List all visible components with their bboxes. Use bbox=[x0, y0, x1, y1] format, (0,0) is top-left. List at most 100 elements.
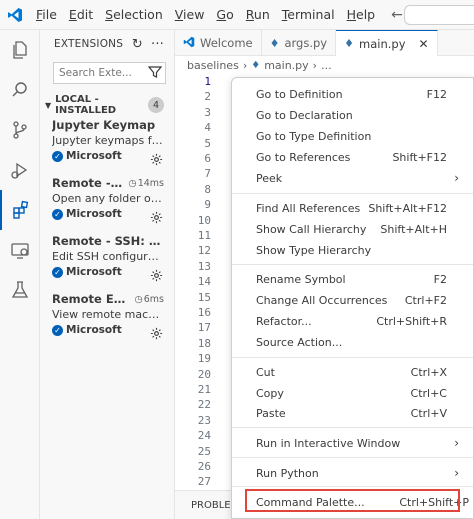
verified-badge-icon: ✓ bbox=[52, 324, 63, 336]
line-number: 17 bbox=[197, 321, 211, 335]
extension-item[interactable]: Remote - SSH ◷14ms Open any folder on a r… bbox=[40, 173, 174, 231]
extension-description: Edit SSH configuration ... bbox=[52, 250, 165, 263]
run-debug-icon[interactable] bbox=[0, 150, 40, 190]
clock-history-icon: ◷ bbox=[128, 177, 137, 189]
title-bar: File Edit Selection View Go Run Terminal… bbox=[0, 0, 474, 30]
remote-explorer-icon[interactable] bbox=[0, 230, 40, 270]
line-number: 10 bbox=[197, 213, 211, 227]
extensions-search-input[interactable] bbox=[59, 67, 141, 79]
breadcrumb-folder[interactable]: baselines bbox=[187, 59, 239, 72]
line-number: 9 bbox=[204, 198, 211, 212]
line-number: 22 bbox=[197, 398, 211, 412]
menu-item-find-all-references[interactable]: Find All References Shift+Alt+F12 bbox=[236, 198, 473, 218]
menu-separator bbox=[232, 427, 473, 428]
menu-view[interactable]: View bbox=[169, 7, 211, 22]
breadcrumb: baselines › ♦ main.py › ... bbox=[175, 56, 474, 74]
menu-item-label: Run in Interactive Window bbox=[256, 436, 401, 450]
menu-separator bbox=[232, 486, 473, 487]
menu-item-peek[interactable]: Peek › bbox=[236, 168, 473, 188]
menu-item-go-to-definition[interactable]: Go to Definition F12 bbox=[236, 84, 473, 104]
menu-item-shortcut: Ctrl+Shift+R bbox=[376, 314, 447, 328]
line-number: 5 bbox=[204, 136, 211, 150]
extension-name: Remote Explorer bbox=[52, 292, 130, 306]
search-icon[interactable] bbox=[0, 70, 40, 110]
gear-icon[interactable] bbox=[150, 269, 163, 285]
menu-item-go-to-type-definition[interactable]: Go to Type Definition bbox=[236, 126, 473, 146]
tab-main-py[interactable]: ♦ main.py ✕ bbox=[336, 30, 438, 56]
tab-args-py[interactable]: ♦ args.py bbox=[262, 30, 337, 56]
menu-bar: File Edit Selection View Go Run Terminal… bbox=[30, 0, 381, 30]
menu-item-refactor[interactable]: Refactor... Ctrl+Shift+R bbox=[236, 311, 473, 331]
back-arrow-icon[interactable]: ← bbox=[391, 7, 403, 23]
menu-item-paste[interactable]: Paste Ctrl+V bbox=[236, 403, 473, 423]
testing-flask-icon[interactable] bbox=[0, 270, 40, 310]
extension-name: Remote - SSH bbox=[52, 176, 124, 190]
refresh-icon[interactable]: ↻ bbox=[132, 37, 143, 52]
menu-selection[interactable]: Selection bbox=[99, 7, 169, 22]
menu-item-run-in-interactive-window[interactable]: Run in Interactive Window › bbox=[236, 433, 473, 453]
line-number: 24 bbox=[197, 429, 211, 443]
chevron-right-icon: › bbox=[454, 466, 459, 480]
menu-run[interactable]: Run bbox=[240, 7, 276, 22]
section-title: LOCAL - INSTALLED bbox=[55, 94, 117, 116]
line-number: 15 bbox=[197, 290, 211, 304]
line-number: 16 bbox=[197, 306, 211, 319]
extension-description: Open any folder on a r... bbox=[52, 192, 165, 205]
extension-item[interactable]: Remote - SSH: Editin... Edit SSH configu… bbox=[40, 231, 174, 289]
explorer-icon[interactable] bbox=[0, 30, 40, 70]
menu-item-shortcut: Ctrl+V bbox=[410, 406, 447, 420]
line-number: 19 bbox=[197, 352, 211, 366]
extensions-icon[interactable] bbox=[0, 190, 40, 230]
breadcrumb-file[interactable]: main.py bbox=[264, 59, 308, 72]
menu-go[interactable]: Go bbox=[210, 7, 239, 22]
menu-item-shortcut: Shift+Alt+F12 bbox=[368, 201, 447, 215]
menu-item-run-python[interactable]: Run Python › bbox=[236, 463, 473, 483]
menu-file[interactable]: File bbox=[30, 7, 63, 22]
menu-item-label: Go to Declaration bbox=[256, 108, 353, 122]
menu-item-show-call-hierarchy[interactable]: Show Call Hierarchy Shift+Alt+H bbox=[236, 219, 473, 239]
menu-item-copy[interactable]: Copy Ctrl+C bbox=[236, 383, 473, 403]
menu-item-shortcut: Shift+F12 bbox=[392, 150, 447, 164]
more-actions-icon[interactable]: ··· bbox=[151, 37, 164, 52]
menu-item-shortcut: F12 bbox=[426, 87, 447, 101]
extension-item[interactable]: Remote Explorer ◷6ms View remote machines… bbox=[40, 289, 174, 347]
close-icon[interactable]: ✕ bbox=[419, 37, 429, 51]
source-control-icon[interactable] bbox=[0, 110, 40, 150]
menu-terminal[interactable]: Terminal bbox=[276, 7, 341, 22]
sidebar-title: EXTENSIONS bbox=[54, 38, 124, 50]
menu-item-label: Rename Symbol bbox=[256, 272, 346, 286]
menu-item-shortcut: Ctrl+X bbox=[410, 365, 447, 379]
gear-icon[interactable] bbox=[150, 211, 163, 227]
menu-item-go-to-references[interactable]: Go to References Shift+F12 bbox=[236, 147, 473, 167]
tab-label: main.py bbox=[359, 36, 406, 51]
menu-item-cut[interactable]: Cut Ctrl+X bbox=[236, 362, 473, 382]
breadcrumb-symbol[interactable]: ... bbox=[321, 59, 332, 72]
extension-publisher: Microsoft bbox=[66, 324, 122, 336]
clock-history-icon: ◷ bbox=[134, 293, 143, 305]
filter-icon[interactable] bbox=[147, 65, 163, 82]
menu-item-show-type-hierarchy[interactable]: Show Type Hierarchy bbox=[236, 240, 473, 260]
extension-description: Jupyter keymaps for n... bbox=[52, 134, 165, 147]
menu-help[interactable]: Help bbox=[341, 7, 382, 22]
line-number: 21 bbox=[197, 383, 211, 396]
chevron-down-icon: ▼ bbox=[45, 100, 52, 110]
gear-icon[interactable] bbox=[150, 327, 163, 343]
line-number: 13 bbox=[197, 259, 211, 273]
extension-name: Jupyter Keymap bbox=[52, 118, 156, 132]
menu-separator bbox=[232, 264, 473, 265]
menu-item-rename-symbol[interactable]: Rename Symbol F2 bbox=[236, 269, 473, 289]
local-installed-section[interactable]: ▼ LOCAL - INSTALLED 4 bbox=[40, 94, 174, 116]
python-icon: ♦ bbox=[344, 37, 354, 50]
menu-item-source-action[interactable]: Source Action... bbox=[236, 332, 473, 352]
menu-item-change-all-occurrences[interactable]: Change All Occurrences Ctrl+F2 bbox=[236, 290, 473, 310]
extension-description: View remote machines... bbox=[52, 308, 165, 321]
menu-edit[interactable]: Edit bbox=[63, 7, 99, 22]
verified-badge-icon: ✓ bbox=[52, 208, 63, 220]
count-badge: 4 bbox=[148, 97, 164, 113]
command-center[interactable] bbox=[404, 5, 474, 25]
line-number: 27 bbox=[197, 475, 211, 489]
gear-icon[interactable] bbox=[150, 153, 163, 169]
extension-item[interactable]: Jupyter Keymap Jupyter keymaps for n... … bbox=[40, 115, 174, 173]
menu-item-go-to-declaration[interactable]: Go to Declaration bbox=[236, 105, 473, 125]
tab-welcome[interactable]: Welcome bbox=[175, 30, 262, 56]
